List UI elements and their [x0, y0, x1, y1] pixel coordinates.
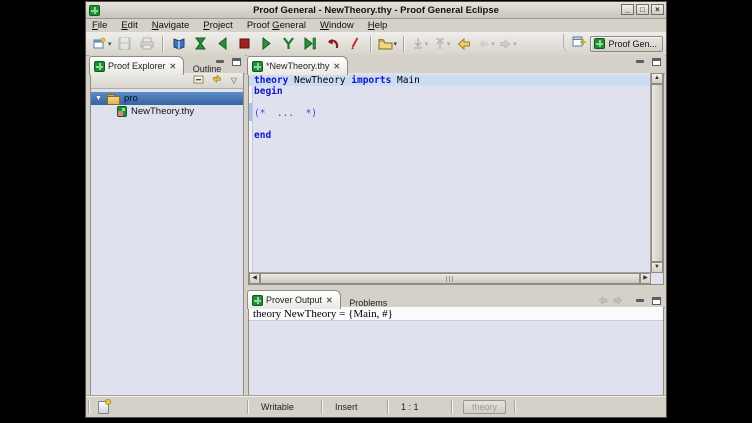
code-line[interactable]: (* ... *): [254, 108, 648, 119]
theory-editor-icon: [252, 61, 263, 72]
tab-proof-explorer[interactable]: Proof Explorer ✕: [89, 56, 184, 75]
fast-view-icon[interactable]: [98, 401, 109, 414]
last-edit-icon[interactable]: ▾: [410, 34, 430, 54]
scrollbar-thumb[interactable]: [260, 273, 640, 284]
proof-explorer-view: Proof Explorer ✕ Outline ▽: [89, 55, 245, 397]
prover-output-icon: [252, 295, 263, 306]
close-button[interactable]: ×: [651, 4, 664, 15]
next-step-icon[interactable]: [257, 34, 277, 54]
scroll-up-icon[interactable]: ▲: [651, 73, 663, 84]
undo-step-icon[interactable]: [213, 34, 233, 54]
tab-label: *NewTheory.thy: [266, 61, 329, 71]
expand-arrow-icon[interactable]: ▼: [95, 95, 103, 102]
scroll-right-icon[interactable]: ▶: [640, 273, 651, 284]
code-line[interactable]: [254, 97, 648, 108]
tab-label: Prover Output: [266, 295, 322, 305]
view-toolbar: ▽: [91, 73, 243, 89]
perspective-bar: Proof Gen...: [563, 34, 663, 53]
into-icon[interactable]: ▾: [432, 34, 452, 54]
code-line[interactable]: begin: [254, 86, 648, 97]
prover-output-text: theory NewTheory = {Main, #}: [249, 307, 663, 321]
retract-icon[interactable]: [323, 34, 343, 54]
close-icon[interactable]: ✕: [333, 62, 340, 71]
view-menu-icon[interactable]: ▽: [231, 76, 237, 85]
prover-output-view: Prover Output ✕ Problems th: [247, 289, 665, 397]
scroll-down-icon[interactable]: ▼: [651, 262, 663, 273]
goto-icon[interactable]: [279, 34, 299, 54]
maximize-view-icon[interactable]: [230, 58, 242, 67]
collapse-all-icon[interactable]: [193, 72, 205, 90]
tab-prover-output[interactable]: Prover Output ✕: [247, 290, 341, 309]
perspective-label: Proof Gen...: [608, 39, 657, 49]
menu-window[interactable]: Window: [320, 20, 354, 31]
menu-project[interactable]: Project: [203, 20, 233, 31]
forward-icon[interactable]: ▾: [498, 34, 518, 54]
save-icon[interactable]: [115, 34, 135, 54]
menu-file[interactable]: File: [92, 20, 107, 31]
window-title: Proof General - NewTheory.thy - Proof Ge…: [86, 5, 666, 16]
tree-item-theory-file[interactable]: NewTheory.thy: [91, 105, 243, 118]
writable-status: Writable: [249, 402, 321, 412]
insert-mode-status: Insert: [323, 402, 387, 412]
tab-label: Problems: [349, 298, 387, 308]
tree-item-project[interactable]: ▼ pro: [91, 92, 243, 105]
annotation-ruler: [249, 73, 253, 273]
minimize-view-icon[interactable]: [214, 58, 226, 67]
maximize-view-icon[interactable]: [650, 297, 662, 306]
tree-item-label: pro: [124, 93, 138, 104]
back-to-edit-icon[interactable]: [454, 34, 474, 54]
tab-label: Proof Explorer: [108, 61, 166, 71]
process-to-end-icon[interactable]: [301, 34, 321, 54]
menu-bar: File Edit Navigate Project Proof General Wind…: [86, 18, 666, 32]
open-definition-icon[interactable]: [169, 34, 189, 54]
menu-proof-general[interactable]: Proof General: [247, 20, 306, 31]
prover-output-content[interactable]: theory NewTheory = {Main, #}: [248, 307, 664, 396]
tree-item-label: NewTheory.thy: [131, 106, 194, 117]
minimize-view-icon[interactable]: [634, 58, 646, 67]
scroll-left-icon[interactable]: ◀: [249, 273, 260, 284]
back-icon[interactable]: ▾: [476, 34, 496, 54]
close-icon[interactable]: ✕: [170, 62, 177, 71]
print-icon[interactable]: [137, 34, 157, 54]
cursor-position-status: 1 : 1: [389, 402, 451, 412]
editor-content[interactable]: theory NewTheory imports Mainbegin (* ..…: [248, 73, 664, 285]
close-icon[interactable]: ✕: [326, 296, 333, 305]
tab-editor[interactable]: *NewTheory.thy ✕: [247, 56, 348, 75]
code-line[interactable]: theory NewTheory imports Main: [254, 75, 648, 86]
folder-icon: [107, 94, 120, 104]
code-line[interactable]: [254, 119, 648, 130]
status-bar: Writable Insert 1 : 1 theory: [86, 396, 666, 417]
editor-view: *NewTheory.thy ✕ theory NewTheory import…: [247, 55, 665, 286]
maximize-button[interactable]: □: [636, 4, 649, 15]
scrollbar-thumb[interactable]: [651, 84, 663, 262]
code-text[interactable]: theory NewTheory imports Mainbegin (* ..…: [254, 75, 648, 141]
maximize-view-icon[interactable]: [650, 58, 662, 67]
proof-explorer-icon: [94, 61, 105, 72]
open-folder-icon[interactable]: ▾: [377, 34, 399, 54]
horizontal-scrollbar[interactable]: ◀ ▶: [249, 272, 651, 284]
main-toolbar: ▾: [86, 32, 666, 56]
code-line[interactable]: end: [254, 130, 648, 141]
vertical-scrollbar[interactable]: ▲ ▼: [650, 73, 663, 273]
proof-general-perspective-icon: [594, 38, 605, 49]
project-tree: ▼ pro NewTheory.thy: [91, 89, 243, 118]
pen-icon[interactable]: [345, 34, 365, 54]
main-window: Proof General - NewTheory.thy - Proof Ge…: [85, 1, 667, 418]
new-wizard-icon[interactable]: ▾: [92, 34, 113, 54]
menu-edit[interactable]: Edit: [121, 20, 137, 31]
title-bar[interactable]: Proof General - NewTheory.thy - Proof Ge…: [86, 2, 666, 19]
interrupt-icon[interactable]: [235, 34, 255, 54]
link-with-editor-icon[interactable]: [211, 72, 224, 90]
minimize-view-icon[interactable]: [634, 297, 646, 306]
prover-state-button[interactable]: theory: [463, 400, 506, 414]
proof-general-perspective-button[interactable]: Proof Gen...: [590, 36, 663, 52]
menu-navigate[interactable]: Navigate: [152, 20, 190, 31]
menu-help[interactable]: Help: [368, 20, 388, 31]
activate-scripting-icon[interactable]: [191, 34, 211, 54]
minimize-button[interactable]: _: [621, 4, 634, 15]
theory-file-icon: [117, 106, 127, 117]
open-perspective-icon[interactable]: [572, 35, 586, 53]
